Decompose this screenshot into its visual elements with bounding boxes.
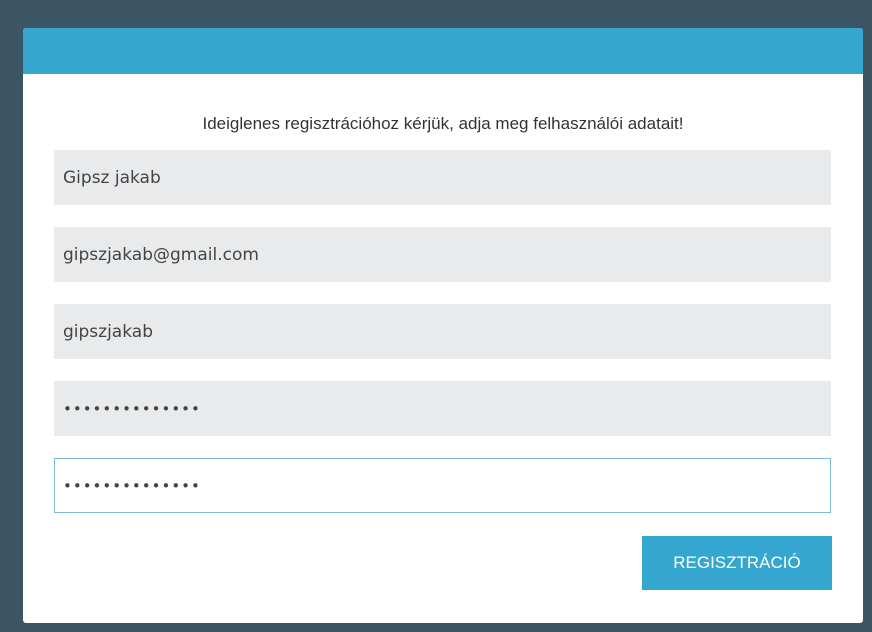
password-input[interactable] [54,381,831,436]
full-name-input[interactable] [54,150,831,205]
intro-text: Ideiglenes regisztrációhoz kérjük, adja … [202,114,684,133]
password-confirm-input[interactable] [54,458,831,513]
dialog-header-bar [23,28,863,74]
register-button[interactable]: REGISZTRÁCIÓ [642,536,832,590]
email-input[interactable] [54,227,831,282]
username-input[interactable] [54,304,831,359]
registration-dialog: Ideiglenes regisztrációhoz kérjük, adja … [23,28,863,623]
